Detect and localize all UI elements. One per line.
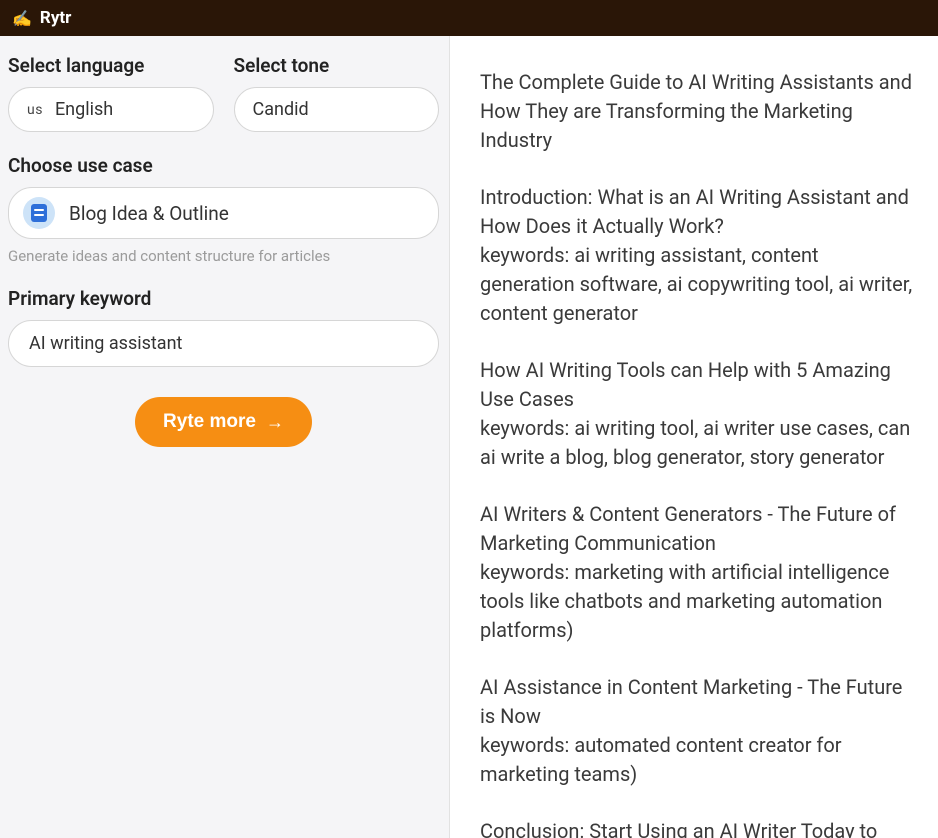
output-block: Conclusion: Start Using an AI Writer Tod… — [480, 817, 918, 838]
tone-select[interactable]: Candid — [234, 87, 440, 132]
tone-label: Select tone — [234, 54, 440, 77]
app-title: Rytr — [40, 8, 71, 28]
language-label: Select language — [8, 54, 214, 77]
language-select[interactable]: us English — [8, 87, 214, 132]
arrow-right-icon: → — [266, 412, 284, 433]
usecase-doc-icon — [23, 197, 55, 229]
keyword-input[interactable]: AI writing assistant — [8, 320, 439, 367]
output-block: How AI Writing Tools can Help with 5 Ama… — [480, 356, 918, 472]
ryte-more-label: Ryte more — [163, 411, 256, 433]
usecase-helper-text: Generate ideas and content structure for… — [8, 247, 439, 265]
output-block: The Complete Guide to AI Writing Assista… — [480, 68, 918, 155]
main-layout: Select language us English Select tone C… — [0, 36, 938, 838]
language-value: English — [55, 99, 113, 120]
sidebar-panel: Select language us English Select tone C… — [0, 36, 450, 838]
keyword-label: Primary keyword — [8, 287, 439, 310]
ryte-more-button[interactable]: Ryte more → — [135, 397, 312, 447]
keyword-value: AI writing assistant — [29, 333, 182, 354]
output-panel: The Complete Guide to AI Writing Assista… — [450, 36, 938, 838]
app-header: ✍️ Rytr — [0, 0, 938, 36]
app-logo-icon: ✍️ — [12, 9, 32, 28]
output-block: Introduction: What is an AI Writing Assi… — [480, 183, 918, 328]
usecase-value: Blog Idea & Outline — [69, 202, 229, 225]
output-block: AI Assistance in Content Marketing - The… — [480, 673, 918, 789]
usecase-label: Choose use case — [8, 154, 439, 177]
usecase-select[interactable]: Blog Idea & Outline — [8, 187, 439, 239]
language-flag: us — [27, 102, 43, 118]
output-block: AI Writers & Content Generators - The Fu… — [480, 500, 918, 645]
tone-value: Candid — [253, 99, 309, 120]
